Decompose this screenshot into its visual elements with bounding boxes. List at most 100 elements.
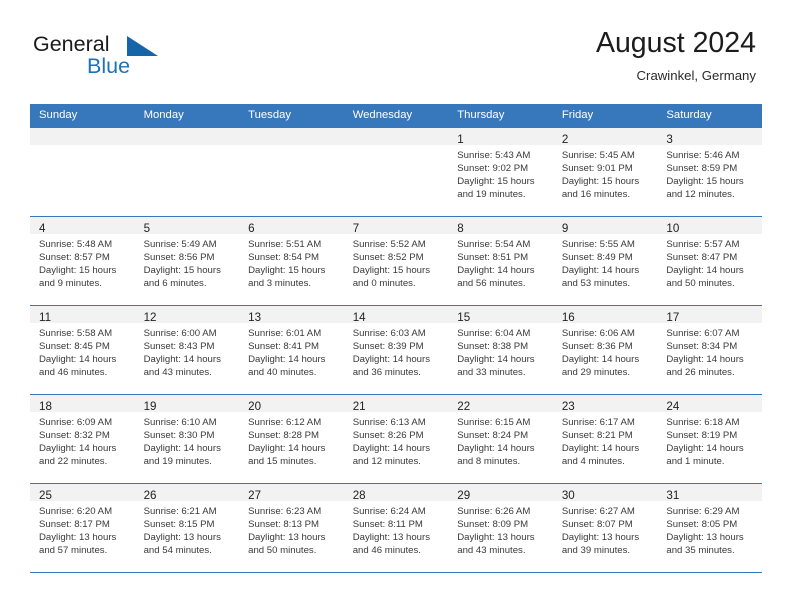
- calendar-grid: Sunday Monday Tuesday Wednesday Thursday Frid…: [30, 104, 762, 573]
- daylight-text-line2: and 54 minutes.: [143, 545, 212, 557]
- page-header: General Blue August 2024 Crawinkel, Germ…: [0, 0, 792, 100]
- page-subtitle: Crawinkel, Germany: [636, 68, 756, 83]
- calendar-day-cell[interactable]: 23 Sunrise: 6:17 AM Sunset: 8:21 PM Dayligh…: [552, 394, 658, 484]
- daylight-text-line1: Daylight: 14 hours: [561, 443, 640, 455]
- day-number: 31: [666, 489, 680, 502]
- day-number-band: 21: [343, 395, 449, 413]
- calendar-day-cell[interactable]: 29 Sunrise: 6:26 AM Sunset: 8:09 PM Dayligh…: [448, 483, 553, 573]
- calendar-day-cell[interactable]: 31 Sunrise: 6:29 AM Sunset: 8:05 PM Dayligh…: [657, 483, 762, 573]
- daylight-text-line1: Daylight: 14 hours: [352, 354, 431, 366]
- daylight-text-line2: and 53 minutes.: [561, 278, 631, 290]
- day-number-band: 1: [448, 128, 553, 146]
- sunset-text: Sunset: 8:05 PM: [666, 519, 738, 531]
- calendar-day-cell[interactable]: 6 Sunrise: 5:51 AM Sunset: 8:54 PM Daylight…: [239, 216, 344, 306]
- calendar-day-cell[interactable]: 9 Sunrise: 5:55 AM Sunset: 8:49 PM Daylight…: [552, 216, 658, 306]
- sunset-text: Sunset: 8:28 PM: [248, 430, 320, 442]
- day-cell-details: Sunrise: 5:49 AM Sunset: 8:56 PM Daylight:…: [135, 234, 240, 290]
- calendar-day-cell[interactable]: 8 Sunrise: 5:54 AM Sunset: 8:51 PM Daylight…: [448, 216, 553, 306]
- calendar-day-cell[interactable]: 11 Sunrise: 5:58 AM Sunset: 8:45 PM Dayligh…: [30, 305, 135, 395]
- day-number-band: 14: [343, 306, 449, 324]
- sunset-text: Sunset: 9:01 PM: [561, 163, 633, 175]
- calendar-day-cell[interactable]: 19 Sunrise: 6:10 AM Sunset: 8:30 PM Dayligh…: [134, 394, 240, 484]
- calendar-day-cell[interactable]: 1 Sunrise: 5:43 AM Sunset: 9:02 PM Daylight…: [448, 127, 553, 217]
- brand-triangle-icon: [127, 36, 158, 56]
- day-number-band: 20: [239, 395, 344, 413]
- calendar-header-row: Sunday Monday Tuesday Wednesday Thursday Frid…: [30, 104, 762, 128]
- day-cell-details: Sunrise: 6:23 AM Sunset: 8:13 PM Daylight:…: [239, 501, 344, 557]
- day-number-band: 18: [30, 395, 135, 413]
- calendar-day-cell[interactable]: 25 Sunrise: 6:20 AM Sunset: 8:17 PM Dayligh…: [30, 483, 135, 573]
- sunset-text: Sunset: 8:51 PM: [457, 252, 529, 264]
- sunset-text: Sunset: 8:57 PM: [39, 252, 110, 264]
- calendar-day-cell[interactable]: 28 Sunrise: 6:24 AM Sunset: 8:11 PM Dayligh…: [343, 483, 449, 573]
- sunrise-text: Sunrise: 6:10 AM: [143, 417, 217, 428]
- daylight-text-line1: Daylight: 13 hours: [39, 532, 117, 544]
- day-cell-details: Sunrise: 6:27 AM Sunset: 8:07 PM Daylight:…: [553, 501, 658, 557]
- daylight-text-line2: and 4 minutes.: [561, 456, 625, 468]
- calendar-day-cell[interactable]: 7 Sunrise: 5:52 AM Sunset: 8:52 PM Daylight…: [343, 216, 449, 306]
- daylight-text-line2: and 46 minutes.: [352, 545, 421, 557]
- calendar-day-cell-empty: [239, 127, 344, 217]
- day-cell-inner: [134, 128, 240, 216]
- daylight-text-line2: and 43 minutes.: [143, 367, 212, 379]
- day-number-band: 9: [552, 217, 658, 235]
- day-number-band: 16: [552, 306, 658, 324]
- calendar-day-cell[interactable]: 16 Sunrise: 6:06 AM Sunset: 8:36 PM Dayligh…: [552, 305, 658, 395]
- day-cell-details: Sunrise: 5:52 AM Sunset: 8:52 PM Daylight:…: [344, 234, 449, 290]
- calendar-day-cell[interactable]: 21 Sunrise: 6:13 AM Sunset: 8:26 PM Dayligh…: [343, 394, 449, 484]
- daylight-text-line1: Daylight: 13 hours: [666, 532, 744, 544]
- calendar-day-cell[interactable]: 26 Sunrise: 6:21 AM Sunset: 8:15 PM Dayligh…: [134, 483, 240, 573]
- brand-logo[interactable]: General Blue: [33, 32, 253, 86]
- day-cell-details: Sunrise: 6:20 AM Sunset: 8:17 PM Daylight:…: [30, 501, 135, 557]
- calendar-day-cell[interactable]: 22 Sunrise: 6:15 AM Sunset: 8:24 PM Dayligh…: [448, 394, 553, 484]
- calendar-day-cell[interactable]: 13 Sunrise: 6:01 AM Sunset: 8:41 PM Dayligh…: [239, 305, 344, 395]
- sunrise-text: Sunrise: 5:57 AM: [666, 239, 740, 250]
- day-cell-inner: 6 Sunrise: 5:51 AM Sunset: 8:54 PM Daylight…: [239, 217, 344, 305]
- calendar-day-cell[interactable]: 30 Sunrise: 6:27 AM Sunset: 8:07 PM Dayligh…: [552, 483, 658, 573]
- day-cell-inner: 2 Sunrise: 5:45 AM Sunset: 9:01 PM Daylight…: [552, 128, 658, 216]
- day-number: 28: [352, 489, 366, 502]
- day-cell-details: Sunrise: 6:12 AM Sunset: 8:28 PM Daylight:…: [239, 412, 344, 468]
- calendar-day-cell[interactable]: 12 Sunrise: 6:00 AM Sunset: 8:43 PM Dayligh…: [134, 305, 240, 395]
- sunset-text: Sunset: 8:07 PM: [561, 519, 633, 531]
- daylight-text-line2: and 46 minutes.: [39, 367, 108, 379]
- day-cell-details: Sunrise: 6:15 AM Sunset: 8:24 PM Daylight:…: [448, 412, 553, 468]
- day-number-band: [30, 128, 135, 145]
- calendar-day-cell[interactable]: 18 Sunrise: 6:09 AM Sunset: 8:32 PM Dayligh…: [30, 394, 135, 484]
- day-cell-inner: 23 Sunrise: 6:17 AM Sunset: 8:21 PM Dayligh…: [552, 395, 658, 483]
- day-number-band: 3: [657, 128, 762, 146]
- day-number: 6: [248, 222, 255, 235]
- calendar-day-cell[interactable]: 27 Sunrise: 6:23 AM Sunset: 8:13 PM Dayligh…: [239, 483, 344, 573]
- day-number: 11: [39, 311, 52, 324]
- sunrise-text: Sunrise: 6:06 AM: [561, 328, 635, 339]
- calendar-day-cell[interactable]: 10 Sunrise: 5:57 AM Sunset: 8:47 PM Dayligh…: [657, 216, 762, 306]
- sunset-text: Sunset: 8:13 PM: [248, 519, 320, 531]
- day-cell-details: Sunrise: 6:24 AM Sunset: 8:11 PM Daylight:…: [344, 501, 449, 557]
- calendar-day-cell[interactable]: 2 Sunrise: 5:45 AM Sunset: 9:01 PM Daylight…: [552, 127, 658, 217]
- calendar-day-cell[interactable]: 17 Sunrise: 6:07 AM Sunset: 8:34 PM Dayligh…: [657, 305, 762, 395]
- day-cell-inner: 26 Sunrise: 6:21 AM Sunset: 8:15 PM Dayligh…: [134, 484, 240, 572]
- day-cell-inner: 12 Sunrise: 6:00 AM Sunset: 8:43 PM Dayligh…: [134, 306, 240, 394]
- day-cell-details: Sunrise: 5:48 AM Sunset: 8:57 PM Daylight:…: [30, 234, 135, 290]
- day-number-band: 17: [657, 306, 762, 324]
- day-cell-inner: 29 Sunrise: 6:26 AM Sunset: 8:09 PM Dayligh…: [448, 484, 553, 572]
- day-cell-inner: 14 Sunrise: 6:03 AM Sunset: 8:39 PM Dayligh…: [343, 306, 449, 394]
- calendar-day-cell[interactable]: 5 Sunrise: 5:49 AM Sunset: 8:56 PM Daylight…: [134, 216, 240, 306]
- calendar-day-cell[interactable]: 3 Sunrise: 5:46 AM Sunset: 8:59 PM Daylight…: [657, 127, 762, 217]
- daylight-text-line1: Daylight: 15 hours: [666, 176, 744, 188]
- daylight-text-line1: Daylight: 13 hours: [352, 532, 431, 544]
- calendar-day-cell[interactable]: 14 Sunrise: 6:03 AM Sunset: 8:39 PM Dayligh…: [343, 305, 449, 395]
- weekday-header-monday: Monday: [134, 104, 240, 128]
- day-cell-inner: 11 Sunrise: 5:58 AM Sunset: 8:45 PM Dayligh…: [30, 306, 135, 394]
- daylight-text-line2: and 19 minutes.: [143, 456, 212, 468]
- calendar-page: General Blue August 2024 Crawinkel, Germ…: [0, 0, 792, 612]
- weekday-header-wednesday: Wednesday: [343, 104, 449, 128]
- calendar-day-cell[interactable]: 24 Sunrise: 6:18 AM Sunset: 8:19 PM Dayligh…: [657, 394, 762, 484]
- day-number-band: 5: [134, 217, 240, 235]
- calendar-day-cell[interactable]: 4 Sunrise: 5:48 AM Sunset: 8:57 PM Daylight…: [30, 216, 135, 306]
- daylight-text-line2: and 12 minutes.: [666, 189, 735, 201]
- calendar-day-cell[interactable]: 15 Sunrise: 6:04 AM Sunset: 8:38 PM Dayligh…: [448, 305, 553, 395]
- daylight-text-line2: and 57 minutes.: [39, 545, 108, 557]
- sunset-text: Sunset: 8:56 PM: [143, 252, 215, 264]
- calendar-day-cell[interactable]: 20 Sunrise: 6:12 AM Sunset: 8:28 PM Dayligh…: [239, 394, 344, 484]
